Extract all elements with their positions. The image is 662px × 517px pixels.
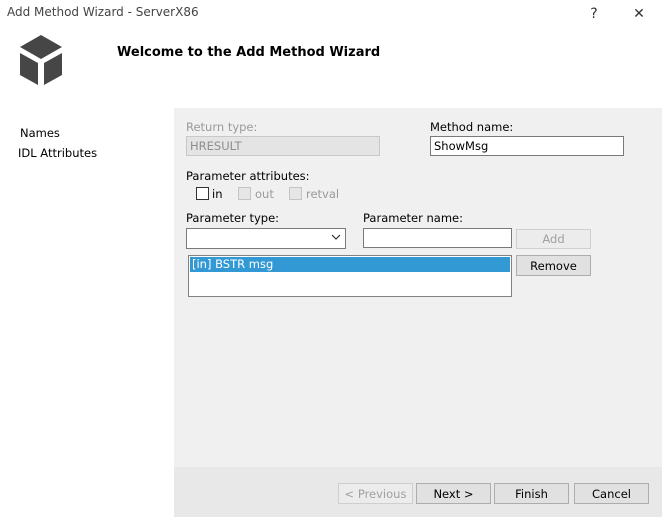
chevron-down-icon <box>331 234 341 240</box>
remove-button[interactable]: Remove <box>516 255 591 276</box>
retval-checkbox-label: retval <box>306 187 340 201</box>
help-button[interactable]: ? <box>571 0 617 28</box>
list-item[interactable]: [in] BSTR msg <box>190 257 510 272</box>
close-button[interactable]: ✕ <box>616 0 662 28</box>
parameter-type-select[interactable] <box>186 228 346 249</box>
return-type-field: HRESULT <box>186 136 380 156</box>
parameters-list[interactable]: [in] BSTR msg <box>188 255 512 297</box>
out-checkbox-label: out <box>255 187 274 201</box>
method-name-label: Method name: <box>430 120 514 134</box>
return-type-label: Return type: <box>186 120 258 134</box>
previous-button: < Previous <box>338 483 413 504</box>
sidebar-item-idl-attributes[interactable]: IDL Attributes <box>18 146 97 160</box>
in-checkbox-label: in <box>212 187 223 201</box>
sidebar-item-names[interactable]: Names <box>20 126 60 140</box>
window-title: Add Method Wizard - ServerX86 <box>7 5 199 19</box>
add-button: Add <box>516 229 591 249</box>
parameter-name-input[interactable] <box>363 228 512 248</box>
out-checkbox <box>238 187 251 200</box>
parameter-name-label: Parameter name: <box>363 211 463 225</box>
content-panel: Return type: HRESULT Method name: ShowMs… <box>174 108 662 517</box>
sidebar: Names IDL Attributes <box>0 108 174 517</box>
next-button[interactable]: Next > <box>416 483 491 504</box>
wizard-title: Welcome to the Add Method Wizard <box>117 45 381 60</box>
cube-icon <box>20 35 62 85</box>
parameter-attributes-label: Parameter attributes: <box>186 169 310 183</box>
method-name-input[interactable]: ShowMsg <box>430 136 624 156</box>
close-icon: ✕ <box>633 6 645 22</box>
cancel-button[interactable]: Cancel <box>574 483 649 504</box>
in-checkbox[interactable] <box>196 187 209 200</box>
retval-checkbox <box>289 187 302 200</box>
footer-bar: < Previous Next > Finish Cancel <box>174 467 662 517</box>
help-icon: ? <box>590 6 598 22</box>
parameter-type-label: Parameter type: <box>186 211 280 225</box>
finish-button[interactable]: Finish <box>494 483 569 504</box>
